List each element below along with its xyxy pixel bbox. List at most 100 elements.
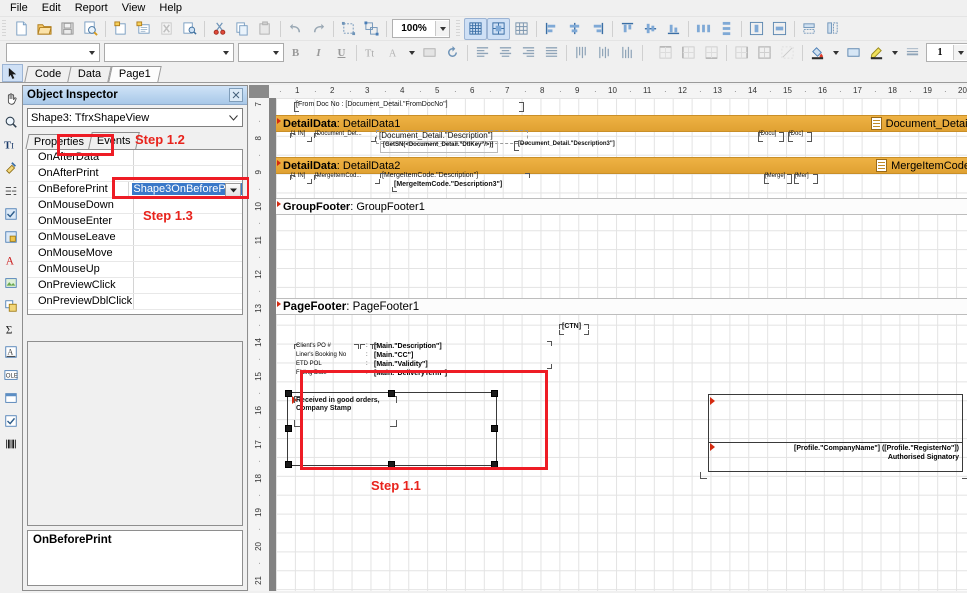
report-object-merge-description3[interactable]: [MergeItemCode."Description3"] [392, 181, 534, 192]
align-bottom-icon[interactable] [662, 18, 685, 40]
fill-color-icon[interactable] [806, 42, 829, 64]
text-middle-icon[interactable] [593, 42, 616, 64]
report-object-1in-2[interactable]: [1 IN] [290, 173, 312, 184]
copy-icon[interactable] [231, 18, 254, 40]
format-painter-icon[interactable] [0, 156, 22, 179]
open-icon[interactable] [33, 18, 56, 40]
sum-icon[interactable]: Σ [0, 317, 22, 340]
frame-color-icon[interactable] [842, 42, 865, 64]
report-object-mergeitemcod[interactable]: [MergeItemCod... [314, 173, 380, 184]
event-value[interactable] [134, 294, 242, 309]
report-object-fromdocno[interactable]: [From Doc No : [Document_Detail."FromDoc… [294, 101, 524, 112]
highlight-icon[interactable]: A [383, 42, 406, 64]
align-to-grid-icon[interactable] [487, 17, 510, 40]
report-page-canvas[interactable]: [From Doc No : [Document_Detail."FromDoc… [276, 98, 967, 591]
align-text-left-icon[interactable] [471, 42, 494, 64]
italic-icon[interactable]: I [307, 42, 330, 64]
page-settings-icon[interactable] [178, 18, 201, 40]
report-object-doc[interactable]: [Doc] [788, 131, 812, 142]
tab-page1[interactable]: Page1 [107, 66, 162, 82]
chevron-down-icon[interactable] [219, 45, 233, 60]
new-dialog-icon[interactable] [132, 18, 155, 40]
font-color-icon[interactable]: Tt [360, 42, 383, 64]
design-canvas-scroll[interactable]: [From Doc No : [Document_Detail."FromDoc… [269, 98, 967, 591]
resize-handle-nw[interactable] [285, 390, 292, 397]
same-width-icon[interactable] [798, 18, 821, 40]
center-vert-icon[interactable] [768, 18, 791, 40]
signature-text[interactable]: [Profile."CompanyName"] ([Profile."Regis… [794, 445, 959, 463]
text-object-icon[interactable]: A [0, 248, 22, 271]
delete-page-icon[interactable] [155, 18, 178, 40]
report-object-merge[interactable]: [Merge] [764, 173, 792, 184]
align-top-icon[interactable] [616, 18, 639, 40]
border-none-icon[interactable] [776, 42, 799, 64]
space-vert-icon[interactable] [715, 18, 738, 40]
new-icon[interactable] [10, 18, 33, 40]
band-header-detaildata2[interactable]: DetailData: DetailData2 MergeItemCode [276, 157, 967, 174]
fit-to-grid-icon[interactable] [510, 18, 533, 40]
event-value[interactable] [134, 262, 242, 277]
event-row[interactable]: OnMouseDown [28, 198, 242, 214]
report-object-docu[interactable]: [Docu] [758, 131, 784, 142]
zoom-combo[interactable]: 100% [392, 19, 450, 38]
insert-band-icon[interactable] [0, 179, 22, 202]
subreport-icon[interactable] [0, 386, 22, 409]
align-right-icon[interactable] [586, 18, 609, 40]
text-icon[interactable]: TI [0, 133, 22, 156]
preview-icon[interactable] [79, 18, 102, 40]
zoom-dropdown-button[interactable] [435, 21, 449, 36]
tab-data[interactable]: Data [67, 66, 113, 82]
show-grid-icon[interactable] [464, 17, 487, 40]
bold-icon[interactable]: B [284, 42, 307, 64]
style-combo[interactable] [6, 43, 100, 62]
chevron-down-icon[interactable] [229, 112, 238, 124]
report-object-mer[interactable]: [Mer] [794, 173, 818, 184]
zoom-icon[interactable] [0, 110, 22, 133]
hand-icon[interactable] [0, 87, 22, 110]
report-object-documentdet[interactable]: [Document_Det... [314, 131, 376, 142]
border-right-icon[interactable] [730, 42, 753, 64]
fill-color-dropdown[interactable] [829, 42, 842, 64]
center-horz-icon[interactable] [745, 18, 768, 40]
rich-text-icon[interactable]: A [0, 340, 22, 363]
report-object-1in[interactable]: [1 IN] [290, 131, 312, 142]
resize-handle-w[interactable] [285, 425, 292, 432]
underline-icon[interactable]: U [330, 42, 353, 64]
new-page-icon[interactable] [109, 18, 132, 40]
report-object-getsn[interactable]: [GetSN(<Document_Detail."DtlKey"/>)] [380, 141, 498, 153]
line-width-combo[interactable]: 1 [926, 43, 967, 62]
report-object-ctn[interactable]: [CTN] [559, 323, 589, 335]
menu-item-file[interactable]: File [4, 1, 34, 15]
menu-item-view[interactable]: View [116, 1, 152, 15]
shape-icon[interactable] [0, 294, 22, 317]
align-text-right-icon[interactable] [517, 42, 540, 64]
line-width-dropdown-button[interactable] [953, 45, 967, 60]
report-object-footer-marker[interactable] [544, 341, 552, 369]
border-all-icon[interactable] [753, 42, 776, 64]
barcode-icon[interactable] [0, 432, 22, 455]
event-value[interactable] [134, 278, 242, 293]
horizontal-ruler[interactable]: · 1 · 2 · 3 · 4 · 5 · 6 · 7 · 8 · 9 · 10… [269, 85, 967, 99]
data-band-icon[interactable] [0, 225, 22, 248]
event-value[interactable] [134, 246, 242, 261]
border-bottom-icon[interactable] [700, 42, 723, 64]
report-object-description3[interactable]: [Document_Detail."Description3"] [514, 141, 626, 151]
highlight-dropdown[interactable] [406, 42, 418, 64]
menu-item-report[interactable]: Report [69, 1, 114, 15]
align-text-center-icon[interactable] [494, 42, 517, 64]
select-all-icon[interactable] [337, 18, 360, 40]
event-row[interactable]: OnMouseMove [28, 246, 242, 262]
align-text-justify-icon[interactable] [540, 42, 563, 64]
event-row[interactable]: OnMouseLeave [28, 230, 242, 246]
close-icon[interactable] [229, 88, 243, 102]
menu-item-edit[interactable]: Edit [36, 1, 67, 15]
text-top-icon[interactable] [570, 42, 593, 64]
checkbox-icon[interactable] [0, 409, 22, 432]
font-name-combo[interactable] [104, 43, 234, 62]
picture-icon[interactable] [0, 271, 22, 294]
align-left-icon[interactable] [540, 18, 563, 40]
event-value[interactable] [134, 230, 242, 245]
event-row[interactable]: OnPreviewClick [28, 278, 242, 294]
text-frame-icon[interactable] [418, 42, 441, 64]
event-value[interactable] [134, 150, 242, 165]
